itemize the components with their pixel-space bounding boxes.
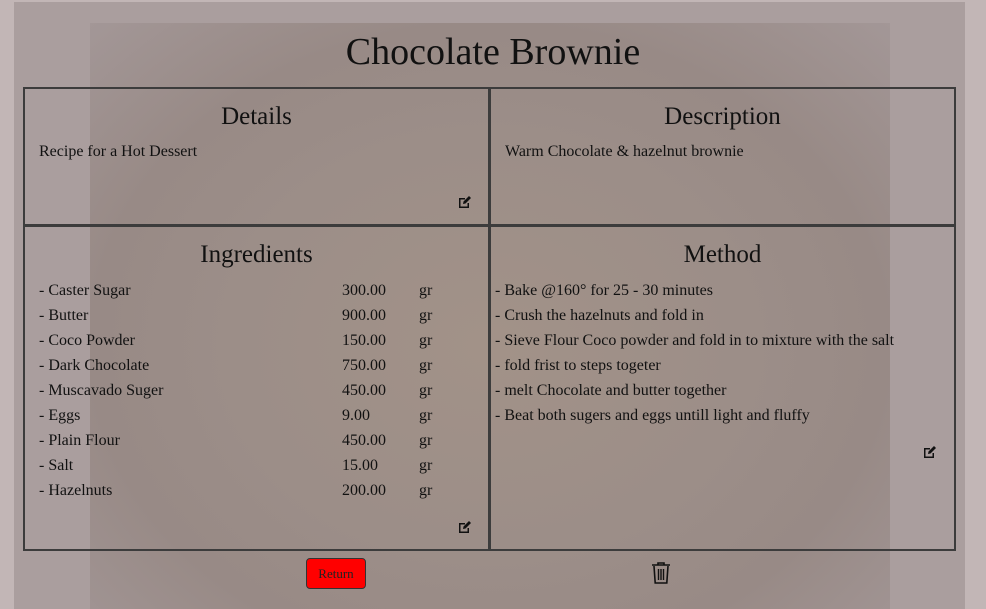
ingredient-qty: 200.00: [342, 481, 386, 499]
trash-icon[interactable]: [650, 561, 672, 585]
description-card: Description Warm Chocolate & hazelnut br…: [489, 87, 956, 226]
method-list: (function(){const d=JSON.parse(document.…: [495, 278, 894, 428]
ingredients-list: (function(){const d=JSON.parse(document.…: [39, 278, 432, 503]
ingredient-unit: gr: [419, 356, 433, 374]
ingredient-qty: 15.00: [342, 456, 378, 474]
method-step: - Crush the hazelnuts and fold in: [495, 306, 704, 324]
ingredient-row: - Dark Chocolate 750.00 gr: [39, 353, 432, 378]
ingredients-heading: Ingredients: [200, 241, 313, 268]
ingredient-qty: 300.00: [342, 281, 386, 299]
ingredients-card: Ingredients (function(){const d=JSON.par…: [23, 225, 490, 551]
ingredient-qty: 150.00: [342, 331, 386, 349]
ingredient-name: - Caster Sugar: [39, 281, 131, 299]
details-heading: Details: [221, 103, 292, 130]
ingredient-unit: gr: [419, 406, 433, 424]
ingredient-unit: gr: [419, 331, 433, 349]
ingredient-row: - Caster Sugar 300.00 gr: [39, 278, 432, 303]
ingredient-unit: gr: [419, 431, 433, 449]
edit-icon[interactable]: [458, 520, 472, 534]
ingredient-name: - Coco Powder: [39, 331, 135, 349]
description-heading: Description: [664, 103, 781, 130]
ingredient-name: - Salt: [39, 456, 74, 474]
ingredient-row: - Butter 900.00 gr: [39, 303, 432, 328]
ingredient-unit: gr: [419, 306, 433, 324]
method-step: - fold frist to steps togeter: [495, 356, 661, 374]
edit-icon[interactable]: [458, 195, 472, 209]
ingredient-unit: gr: [419, 481, 433, 499]
ingredient-name: - Butter: [39, 306, 89, 324]
ingredient-name: - Eggs: [39, 406, 81, 424]
ingredient-name: - Dark Chocolate: [39, 356, 150, 374]
method-step: - Beat both sugers and eggs untill light…: [495, 406, 810, 424]
ingredient-row: - Muscavado Suger 450.00 gr: [39, 378, 432, 403]
ingredient-qty: 450.00: [342, 431, 386, 449]
ingredient-qty: 900.00: [342, 306, 386, 324]
ingredient-row: - Salt 15.00 gr: [39, 453, 432, 478]
ingredient-name: - Hazelnuts: [39, 481, 113, 499]
ingredient-row: - Hazelnuts 200.00 gr: [39, 478, 432, 503]
ingredient-unit: gr: [419, 381, 433, 399]
ingredient-qty: 750.00: [342, 356, 386, 374]
ingredient-name: - Plain Flour: [39, 431, 120, 449]
details-card: Details Recipe for a Hot Dessert: [23, 87, 490, 226]
edit-icon[interactable]: [923, 445, 937, 459]
ingredient-row: - Coco Powder 150.00 gr: [39, 328, 432, 353]
method-step: - Bake @160° for 25 - 30 minutes: [495, 281, 713, 299]
page-title: Chocolate Brownie: [345, 31, 641, 73]
ingredient-unit: gr: [419, 281, 433, 299]
ingredient-row: - Eggs 9.00 gr: [39, 403, 432, 428]
details-text: Recipe for a Hot Dessert: [39, 143, 198, 160]
method-heading: Method: [683, 241, 762, 268]
return-button[interactable]: Return: [306, 558, 366, 589]
ingredient-qty: 9.00: [342, 406, 370, 424]
ingredient-unit: gr: [419, 456, 433, 474]
ingredient-qty: 450.00: [342, 381, 386, 399]
method-step: - Sieve Flour Coco powder and fold in to…: [495, 331, 895, 349]
ingredient-name: - Muscavado Suger: [39, 381, 164, 399]
ingredient-row: - Plain Flour 450.00 gr: [39, 428, 432, 453]
description-text: Warm Chocolate & hazelnut brownie: [505, 143, 744, 160]
method-card: Method (function(){const d=JSON.parse(do…: [489, 225, 956, 551]
method-step: - melt Chocolate and butter together: [495, 381, 727, 399]
